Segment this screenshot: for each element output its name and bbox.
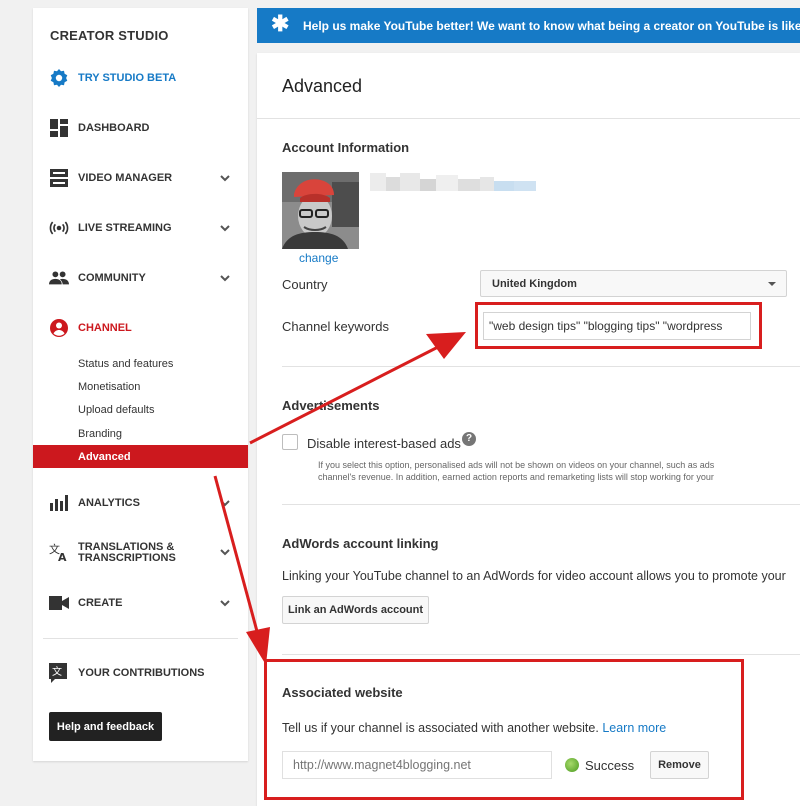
chevron-down-icon[interactable] [219,597,231,609]
sidebar-subitem-monetisation[interactable]: Monetisation [78,381,140,393]
remove-website-button[interactable]: Remove [650,751,709,779]
account-information-heading: Account Information [282,140,410,155]
main-panel: Advanced Account Information change Coun… [257,53,800,806]
sidebar-item-community[interactable]: COMMUNITY [33,263,248,293]
associated-website-input[interactable] [282,751,552,779]
sidebar-item-label: LIVE STREAMING [78,221,172,234]
chevron-down-icon[interactable] [219,272,231,284]
advertisements-heading: Advertisements [282,398,380,413]
sidebar-divider [43,638,238,639]
caret-down-icon [768,282,776,286]
avatar [282,172,359,249]
feedback-banner[interactable]: ✱ Help us make YouTube better! We want t… [257,8,800,43]
country-label: Country [282,277,328,292]
sidebar-subitem-label: Advanced [78,451,131,463]
contributions-icon: 文 [49,663,69,683]
gear-icon [49,68,69,88]
disable-interest-ads-label: Disable interest-based ads [307,436,461,451]
account-name-blurred [370,173,536,191]
link-adwords-button[interactable]: Link an AdWords account [282,596,429,624]
sidebar-item-label: YOUR CONTRIBUTIONS [78,666,205,679]
banner-text: Help us make YouTube better! We want to … [303,19,800,33]
sidebar-subitem-status-and-features[interactable]: Status and features [78,358,173,370]
page-title: Advanced [282,76,363,96]
adwords-heading: AdWords account linking [282,536,439,551]
sidebar-item-create[interactable]: CREATE [33,588,248,618]
chevron-down-icon[interactable] [219,222,231,234]
chevron-down-icon[interactable] [219,546,231,558]
video-manager-icon [49,168,69,188]
sidebar-item-live-streaming[interactable]: LIVE STREAMING [33,213,248,243]
sidebar-item-label: COMMUNITY [78,271,146,284]
svg-text:A: A [58,551,67,562]
ads-note-line-1: If you select this option, personalised … [318,460,715,470]
channel-keywords-input[interactable] [483,312,751,340]
sidebar-subitem-upload-defaults[interactable]: Upload defaults [78,404,154,416]
learn-more-link[interactable]: Learn more [602,721,666,735]
sidebar-item-analytics[interactable]: ANALYTICS [33,488,248,518]
associated-website-heading: Associated website [282,685,403,700]
translate-icon: 文A [49,542,69,562]
sidebar-item-dashboard[interactable]: DASHBOARD [33,113,248,143]
country-select[interactable]: United Kingdom [480,270,787,297]
asterisk-icon: ✱ [271,11,290,36]
analytics-icon [49,493,69,513]
success-status-text: Success [585,758,635,773]
sidebar-item-label: DASHBOARD [78,121,150,134]
dashboard-icon [49,118,69,138]
sidebar-item-your-contributions[interactable]: 文 YOUR CONTRIBUTIONS [33,658,248,688]
channel-icon [49,318,69,338]
help-icon[interactable]: ? [462,432,476,446]
sidebar-title: CREATOR STUDIO [50,28,169,43]
sidebar-subitem-branding[interactable]: Branding [78,428,122,440]
associated-website-description: Tell us if your channel is associated wi… [282,721,666,735]
create-icon [49,593,69,613]
community-icon [49,268,69,288]
disable-interest-ads-checkbox[interactable] [282,434,298,450]
adwords-description: Linking your YouTube channel to an AdWor… [282,569,786,583]
sidebar-item-label: TRY STUDIO BETA [78,71,177,84]
sidebar-item-channel[interactable]: CHANNEL [33,313,248,343]
chevron-down-icon[interactable] [219,497,231,509]
sidebar-item-label: TRANSLATIONS & TRANSCRIPTIONS [78,541,176,564]
ads-note-line-2: channel's revenue. In addition, earned a… [318,472,714,482]
svg-text:文: 文 [52,665,62,678]
sidebar-item-label: CHANNEL [78,321,132,334]
sidebar-item-label: CREATE [78,596,123,609]
divider [257,118,800,119]
channel-keywords-label: Channel keywords [282,319,389,334]
associated-website-text: Tell us if your channel is associated wi… [282,721,599,735]
sidebar: CREATOR STUDIO TRY STUDIO BETA DASHBOARD… [33,8,248,761]
help-and-feedback-button[interactable]: Help and feedback [49,712,162,741]
change-avatar-link[interactable]: change [299,251,338,265]
sidebar-item-label: VIDEO MANAGER [78,171,173,184]
divider [282,504,800,505]
sidebar-item-video-manager[interactable]: VIDEO MANAGER [33,163,248,193]
divider [282,366,800,367]
page: CREATOR STUDIO TRY STUDIO BETA DASHBOARD… [0,0,800,806]
sidebar-item-translations[interactable]: 文A TRANSLATIONS & TRANSCRIPTIONS [33,537,248,567]
sidebar-item-label: ANALYTICS [78,496,140,509]
success-status-icon [565,758,579,772]
chevron-down-icon[interactable] [219,172,231,184]
live-streaming-icon [49,218,69,238]
divider [282,654,800,655]
sidebar-subitem-advanced[interactable]: Advanced [33,445,248,468]
country-value: United Kingdom [492,278,577,290]
sidebar-item-try-studio-beta[interactable]: TRY STUDIO BETA [33,63,248,93]
